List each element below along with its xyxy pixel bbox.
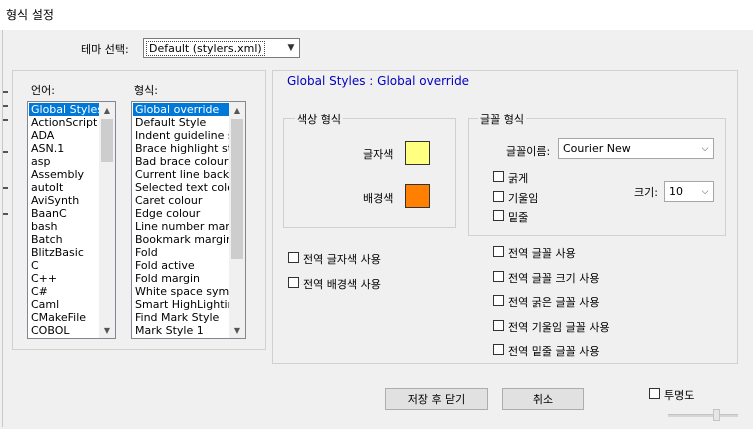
- save-close-button[interactable]: 저장 후 닫기: [385, 388, 488, 410]
- transparency-slider-handle[interactable]: [713, 409, 720, 421]
- global-size-checkbox[interactable]: [493, 271, 504, 282]
- global-font-label: 전역 글꼴 사용: [508, 247, 576, 260]
- theme-value: Default (stylers.xml): [146, 41, 265, 56]
- style-heading: Global Styles : Global override: [287, 74, 470, 88]
- font-group-title: 글꼴 형식: [478, 111, 526, 127]
- underline-label: 밑줄: [508, 211, 529, 224]
- global-size-label: 전역 글꼴 크기 사용: [508, 272, 600, 285]
- font-name-select[interactable]: Courier New ⌵: [558, 138, 714, 159]
- style-list[interactable]: Global override Default Style Indent guide…: [131, 101, 246, 339]
- bold-label: 굵게: [508, 172, 529, 185]
- title-bar: 형식 설정: [0, 0, 753, 30]
- global-fg-label: 전역 글자색 사용: [303, 253, 381, 266]
- font-size-label: 크기:: [634, 186, 658, 199]
- window-title: 형식 설정: [6, 8, 54, 22]
- font-name-label: 글꼴이름:: [506, 145, 551, 158]
- bg-color-label: 배경색: [363, 192, 394, 205]
- language-scrollbar[interactable]: ▲ ▼: [99, 102, 115, 338]
- global-bold-label: 전역 굵은 글꼴 사용: [508, 296, 600, 309]
- scroll-down-icon[interactable]: ▼: [99, 322, 115, 338]
- scroll-down-icon[interactable]: ▼: [229, 322, 245, 338]
- global-bg-checkbox[interactable]: [288, 277, 299, 288]
- scroll-up-icon[interactable]: ▲: [99, 102, 115, 118]
- fg-color-label: 글자색: [363, 148, 394, 161]
- language-label: 언어:: [31, 84, 55, 97]
- global-underline-label: 전역 밑줄 글꼴 사용: [508, 345, 600, 358]
- chevron-down-icon[interactable]: ⌵: [697, 182, 713, 201]
- global-bold-checkbox[interactable]: [493, 295, 504, 306]
- global-italic-checkbox[interactable]: [493, 320, 504, 331]
- transparency-slider-track[interactable]: [668, 414, 738, 417]
- style-scrollbar[interactable]: ▲ ▼: [229, 102, 245, 338]
- chevron-down-icon[interactable]: ⌵: [697, 139, 713, 158]
- bold-checkbox[interactable]: [493, 171, 504, 182]
- theme-label: 테마 선택:: [81, 43, 129, 56]
- chevron-down-icon[interactable]: ▼: [283, 39, 299, 57]
- background-editor-edge: [0, 91, 12, 241]
- cancel-button[interactable]: 취소: [502, 388, 584, 410]
- global-bg-label: 전역 배경색 사용: [303, 278, 381, 291]
- scroll-up-icon[interactable]: ▲: [229, 102, 245, 118]
- global-fg-checkbox[interactable]: [288, 252, 299, 263]
- font-size-value: 10: [669, 185, 683, 198]
- bg-color-swatch[interactable]: [405, 184, 430, 208]
- theme-select[interactable]: Default (stylers.xml) ▼: [143, 38, 300, 58]
- underline-checkbox[interactable]: [493, 210, 504, 221]
- color-group-title: 색상 형식: [295, 111, 343, 127]
- global-italic-label: 전역 기울임 글꼴 사용: [508, 321, 610, 334]
- global-font-checkbox[interactable]: [493, 246, 504, 257]
- scroll-thumb[interactable]: [231, 119, 243, 259]
- font-name-value: Courier New: [563, 142, 631, 155]
- global-underline-checkbox[interactable]: [493, 344, 504, 355]
- italic-checkbox[interactable]: [493, 191, 504, 202]
- language-list[interactable]: Global Styles ActionScript ADA ASN.1 asp Asse…: [27, 101, 116, 339]
- style-label: 형식:: [134, 84, 158, 97]
- italic-label: 기울임: [508, 192, 539, 205]
- fg-color-swatch[interactable]: [405, 141, 430, 165]
- transparency-checkbox[interactable]: [649, 388, 660, 399]
- font-group: [468, 118, 726, 236]
- transparency-label: 투명도: [664, 389, 695, 402]
- scroll-thumb[interactable]: [101, 119, 113, 162]
- color-group: [283, 118, 456, 228]
- font-size-select[interactable]: 10 ⌵: [664, 181, 714, 202]
